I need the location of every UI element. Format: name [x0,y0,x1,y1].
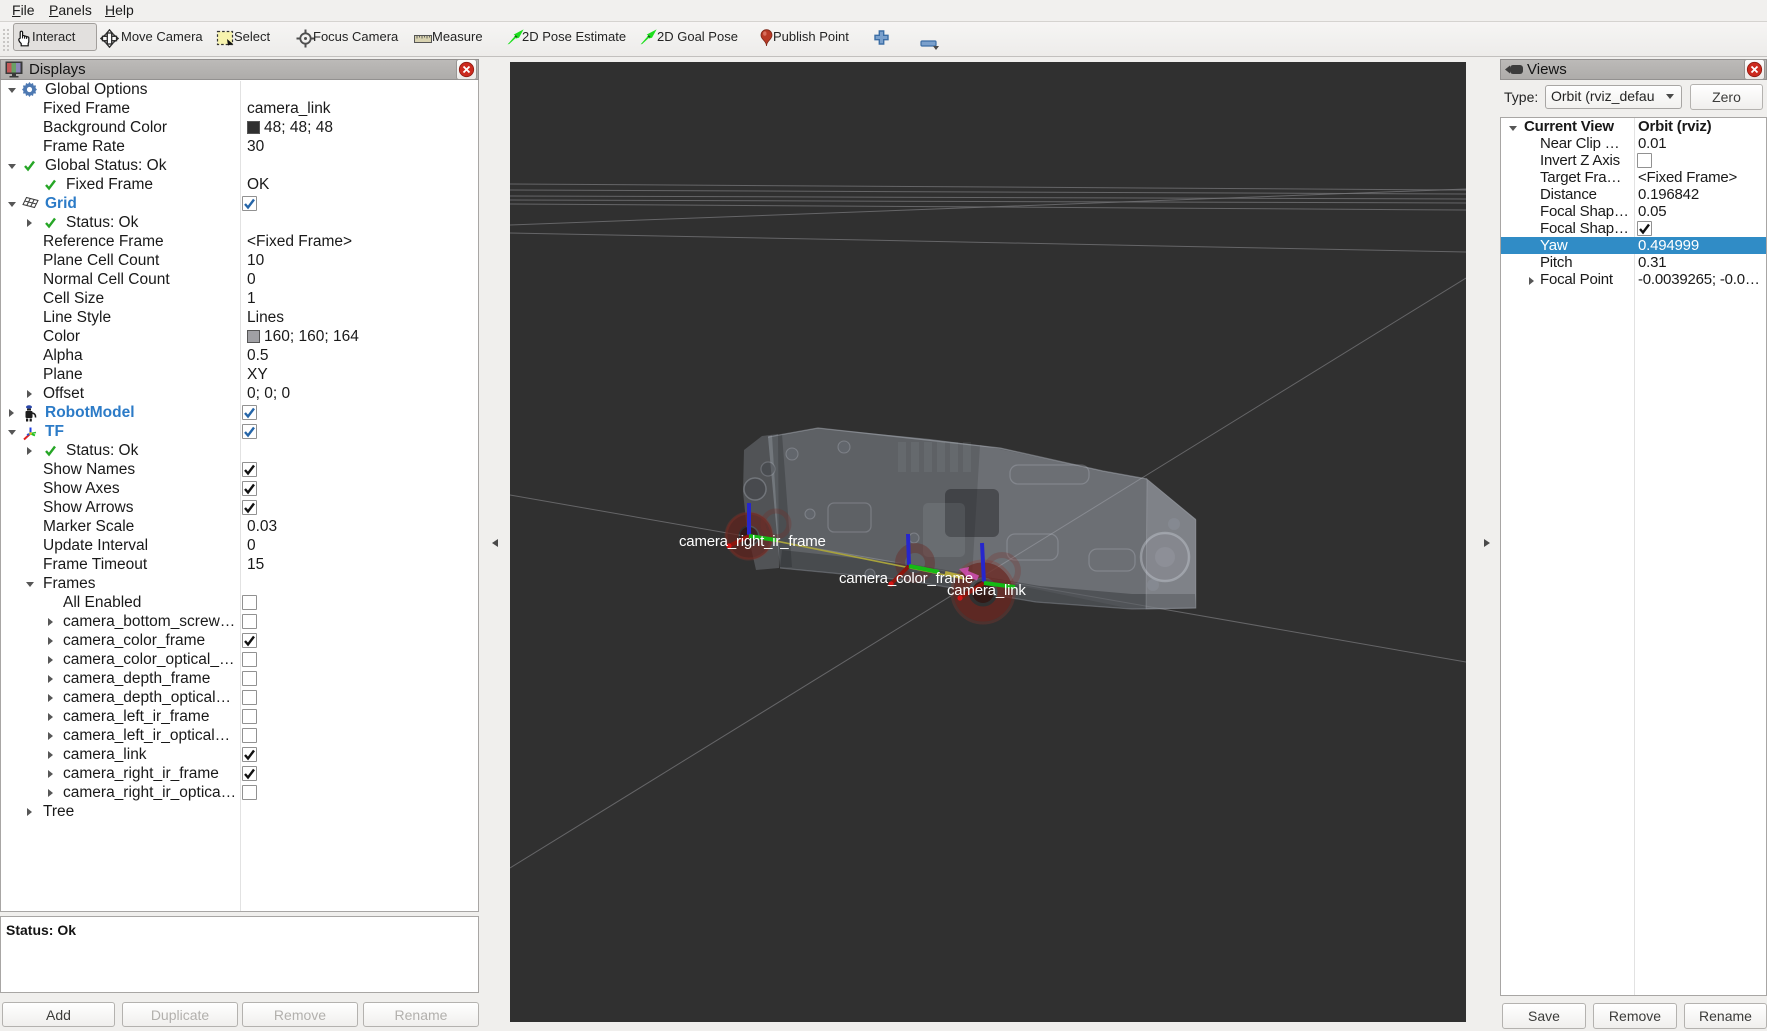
svg-text:camera_right_ir_frame: camera_right_ir_frame [679,533,826,550]
svg-text:camera_link: camera_link [947,582,1026,599]
